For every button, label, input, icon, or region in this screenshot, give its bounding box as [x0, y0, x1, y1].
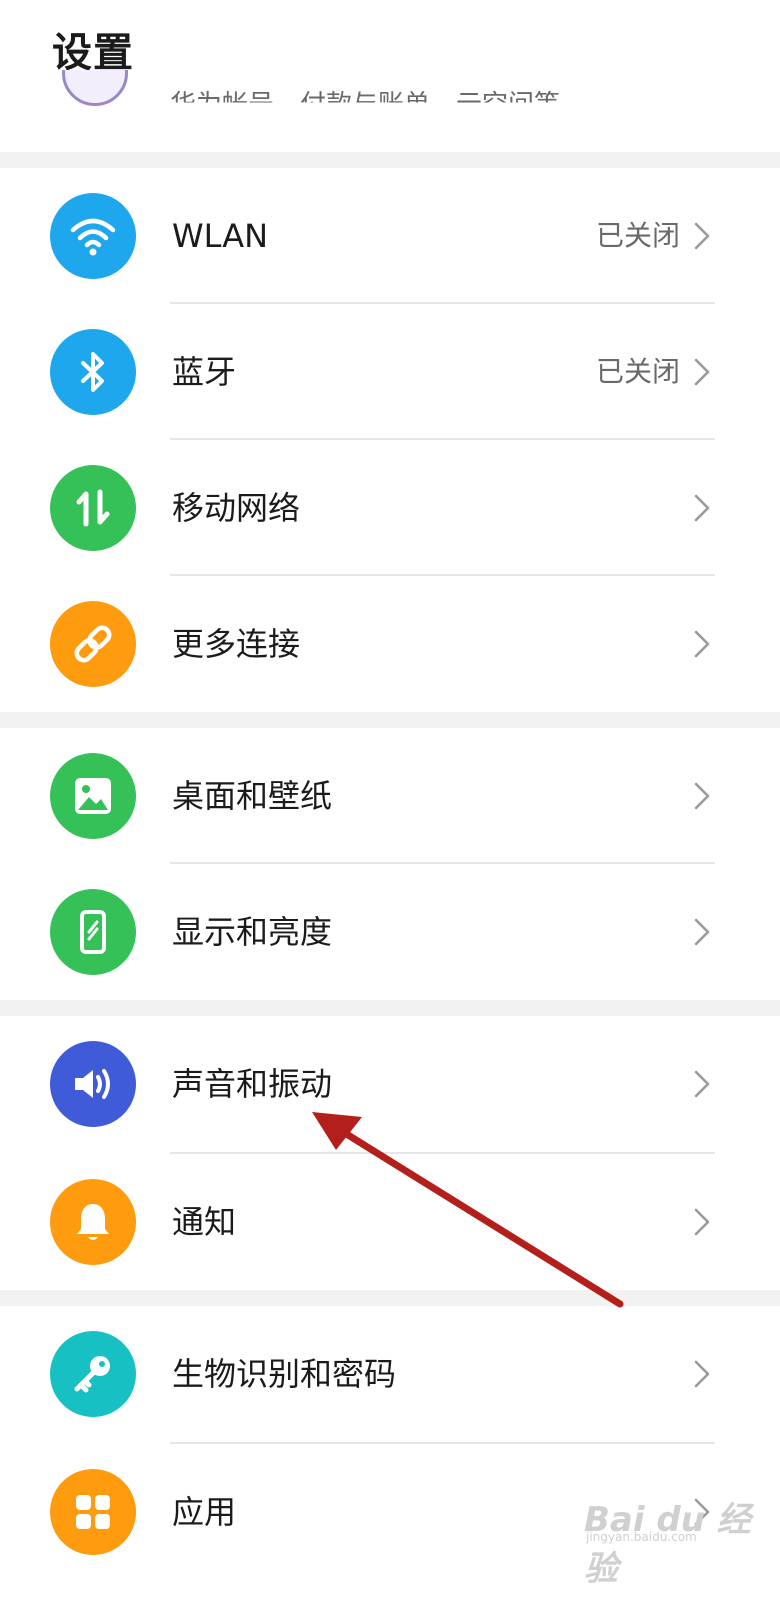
settings-item-label: 声音和振动	[172, 1065, 333, 1103]
account-row[interactable]: 华为帐号、付款与账单、云空间等	[0, 70, 780, 152]
group-separator	[0, 1000, 780, 1016]
key-icon	[50, 1331, 136, 1417]
settings-item-display-brightness[interactable]: 显示和亮度	[0, 864, 780, 1000]
avatar	[62, 70, 128, 106]
settings-item-label: 通知	[172, 1203, 237, 1241]
settings-item-label: 更多连接	[172, 625, 301, 663]
wallpaper-icon	[50, 753, 136, 839]
settings-item-label: 应用	[172, 1493, 237, 1531]
chevron-right-icon	[694, 782, 710, 810]
display-icon	[50, 889, 136, 975]
chevron-right-icon	[694, 918, 710, 946]
sound-icon	[50, 1041, 136, 1127]
settings-item-mobile-network[interactable]: 移动网络	[0, 440, 780, 576]
chevron-right-icon	[694, 1360, 710, 1388]
status-value: 已关闭	[595, 219, 680, 252]
settings-item-label: 移动网络	[172, 489, 301, 527]
mobile-data-icon	[50, 465, 136, 551]
watermark-url: jingyan.baidu.com	[586, 1530, 697, 1544]
settings-item-sound-vibration[interactable]: 声音和振动	[0, 1016, 780, 1152]
settings-item-biometrics-password[interactable]: 生物识别和密码	[0, 1306, 780, 1442]
link-icon	[50, 601, 136, 687]
group-separator	[0, 152, 780, 168]
chevron-right-icon	[694, 1070, 710, 1098]
group-separator	[0, 712, 780, 728]
apps-icon	[50, 1469, 136, 1555]
status-value: 已关闭	[595, 355, 680, 388]
wifi-icon	[50, 193, 136, 279]
account-subtitle: 华为帐号、付款与账单、云空间等	[170, 90, 561, 120]
chevron-right-icon	[694, 358, 710, 386]
bell-icon	[50, 1179, 136, 1265]
settings-item-notifications[interactable]: 通知	[0, 1154, 780, 1290]
group-separator	[0, 1290, 780, 1306]
chevron-right-icon	[694, 1208, 710, 1236]
settings-item-label: 显示和亮度	[172, 913, 333, 951]
baidu-watermark: Bai du 经验 jingyan.baidu.com	[584, 1486, 774, 1589]
settings-item-label: 蓝牙	[172, 353, 237, 391]
settings-item-wlan[interactable]: WLAN 已关闭	[0, 168, 780, 304]
settings-item-label: 生物识别和密码	[172, 1355, 397, 1393]
settings-item-more-connections[interactable]: 更多连接	[0, 576, 780, 712]
chevron-right-icon	[694, 494, 710, 522]
chevron-right-icon	[694, 222, 710, 250]
settings-item-label: WLAN	[172, 217, 269, 255]
settings-item-label: 桌面和壁纸	[172, 777, 333, 815]
bluetooth-icon	[50, 329, 136, 415]
settings-item-home-wallpaper[interactable]: 桌面和壁纸	[0, 728, 780, 864]
chevron-right-icon	[694, 630, 710, 658]
settings-item-bluetooth[interactable]: 蓝牙 已关闭	[0, 304, 780, 440]
